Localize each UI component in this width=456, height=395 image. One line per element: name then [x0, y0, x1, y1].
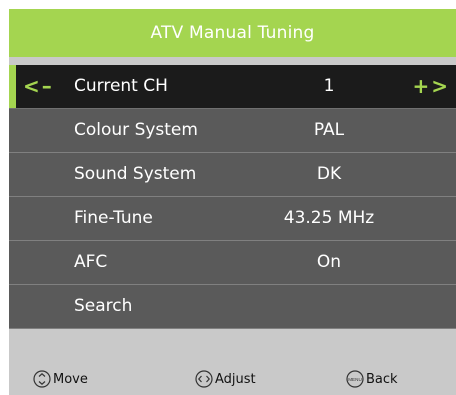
up-down-circle-icon — [33, 370, 51, 388]
hint-back: MENU Back — [346, 364, 398, 394]
svg-text:MENU: MENU — [348, 377, 362, 382]
menu-button-icon: MENU — [346, 370, 364, 388]
atv-manual-tuning-panel: ATV Manual Tuning <– Current CH 1 +> Col… — [9, 9, 456, 395]
key-hint-bar: Move Adjust MENU Back — [9, 364, 456, 394]
menu-row-label: Current CH — [74, 76, 168, 96]
menu-row-value: 43.25 MHz — [283, 208, 375, 228]
menu-row-search[interactable]: Search — [9, 285, 456, 329]
menu-row-label: Search — [74, 296, 133, 316]
menu-title: ATV Manual Tuning — [150, 23, 315, 43]
menu-row-value: PAL — [313, 120, 345, 140]
menu-row-current-ch[interactable]: <– Current CH 1 +> — [9, 65, 456, 109]
menu-row-label: Sound System — [74, 164, 197, 184]
menu-row-label: AFC — [74, 252, 108, 272]
menu-list: <– Current CH 1 +> Colour System PAL Sou… — [9, 65, 456, 329]
left-right-circle-icon — [195, 370, 213, 388]
hint-adjust-label: Adjust — [215, 371, 256, 387]
selection-indicator — [9, 65, 16, 108]
hint-move-label: Move — [53, 371, 88, 387]
hint-back-label: Back — [366, 371, 398, 387]
menu-row-label: Colour System — [74, 120, 198, 140]
menu-row-colour-system[interactable]: Colour System PAL — [9, 109, 456, 153]
hint-move: Move — [33, 364, 88, 394]
menu-row-value: On — [316, 252, 342, 272]
menu-row-sound-system[interactable]: Sound System DK — [9, 153, 456, 197]
menu-row-label: Fine-Tune — [74, 208, 153, 228]
menu-row-fine-tune[interactable]: Fine-Tune 43.25 MHz — [9, 197, 456, 241]
menu-row-value: 1 — [323, 76, 335, 96]
menu-row-value: DK — [316, 164, 342, 184]
decrease-arrow-icon[interactable]: <– — [23, 65, 54, 108]
title-bar: ATV Manual Tuning — [9, 9, 456, 57]
increase-arrow-icon[interactable]: +> — [412, 65, 450, 108]
menu-row-afc[interactable]: AFC On — [9, 241, 456, 285]
hint-adjust: Adjust — [195, 364, 256, 394]
